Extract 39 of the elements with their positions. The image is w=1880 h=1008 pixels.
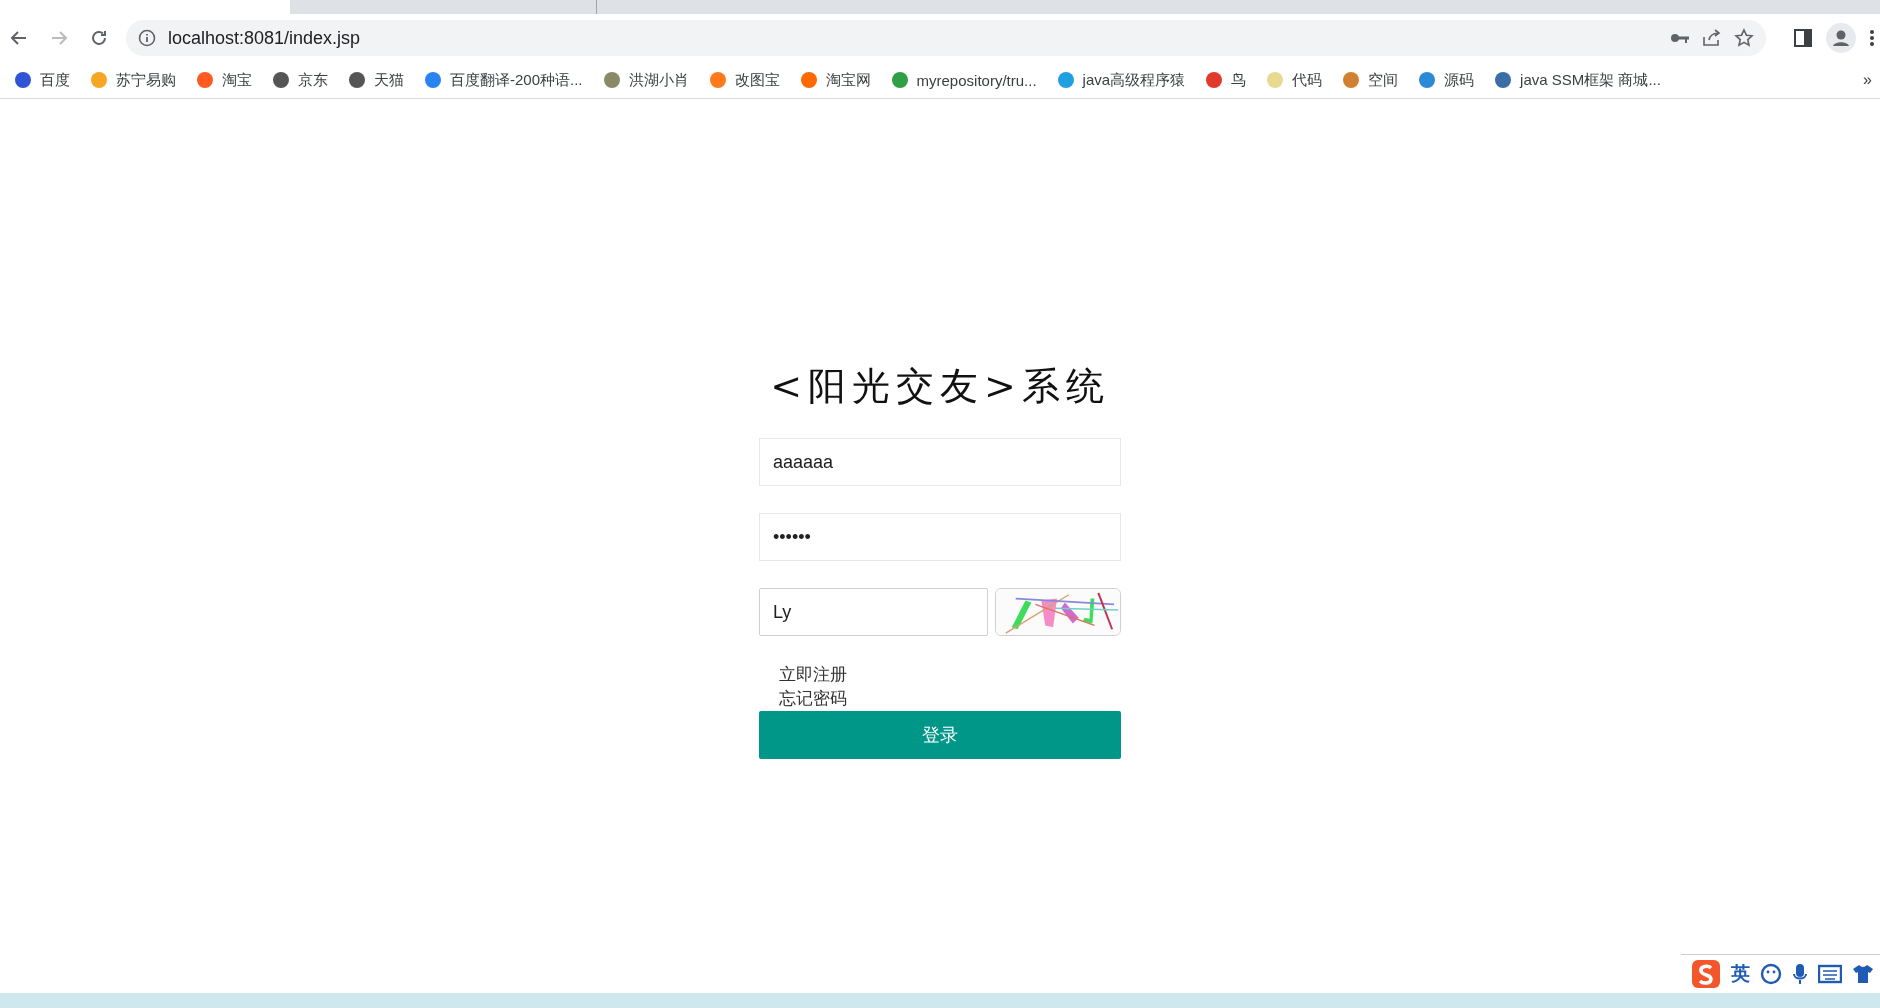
keyboard-icon[interactable] <box>1818 964 1842 984</box>
reload-icon <box>89 28 109 48</box>
shirt-icon[interactable] <box>1852 964 1874 984</box>
ime-mode-toggle[interactable]: 英 <box>1731 961 1750 987</box>
username-field[interactable]: aaaaaa <box>759 438 1121 486</box>
password-field[interactable]: •••••• <box>759 513 1121 561</box>
bookmark[interactable]: 洪湖小肖 <box>592 70 699 90</box>
share-icon[interactable] <box>1702 29 1722 47</box>
bookmark[interactable]: 代码 <box>1256 70 1333 90</box>
link[interactable]: 忘记密码 <box>759 687 847 711</box>
bookmark[interactable]: 源码 <box>1408 70 1485 90</box>
more-bookmarks[interactable]: » <box>1863 71 1876 89</box>
bookmark[interactable]: java高级程序猿 <box>1046 70 1196 90</box>
bookmark[interactable]: java SSM框架 商城... <box>1484 70 1671 90</box>
bookmark[interactable]: 百度翻译-200种语... <box>414 70 593 90</box>
microphone-icon[interactable] <box>1792 963 1808 985</box>
bookmark[interactable]: 百度 <box>4 70 80 90</box>
star-icon[interactable] <box>1734 28 1754 48</box>
bookmark[interactable]: 京东 <box>262 70 338 90</box>
bookmark[interactable]: myrepository/tru... <box>880 71 1047 89</box>
bookmark[interactable]: 淘宝 <box>186 70 262 90</box>
ime-logo-icon[interactable] <box>1691 959 1721 989</box>
bookmark[interactable]: 空间 <box>1332 70 1409 90</box>
emoji-icon[interactable] <box>1760 963 1782 985</box>
bookmark[interactable]: 天猫 <box>338 70 414 90</box>
side-panel-icon[interactable] <box>1794 29 1812 47</box>
link[interactable]: 立即注册 <box>759 663 847 687</box>
captcha-field[interactable]: Ly <box>759 588 988 636</box>
address-bar[interactable]: localhost:8081/index.jsp <box>126 20 1766 56</box>
info-icon[interactable] <box>138 29 156 47</box>
profile-icon[interactable] <box>1826 23 1856 53</box>
menu-icon[interactable] <box>1870 29 1874 47</box>
bookmark[interactable]: 改图宝 <box>698 70 790 90</box>
bookmark[interactable]: 苏宁易购 <box>80 70 186 90</box>
bookmark[interactable]: 淘宝网 <box>789 70 881 90</box>
bookmark[interactable]: 鸟 <box>1195 70 1257 90</box>
page-title: <阳光交友>系统 <box>770 363 1110 410</box>
login-button[interactable]: 登录 <box>759 711 1121 759</box>
key-icon[interactable] <box>1670 31 1690 45</box>
